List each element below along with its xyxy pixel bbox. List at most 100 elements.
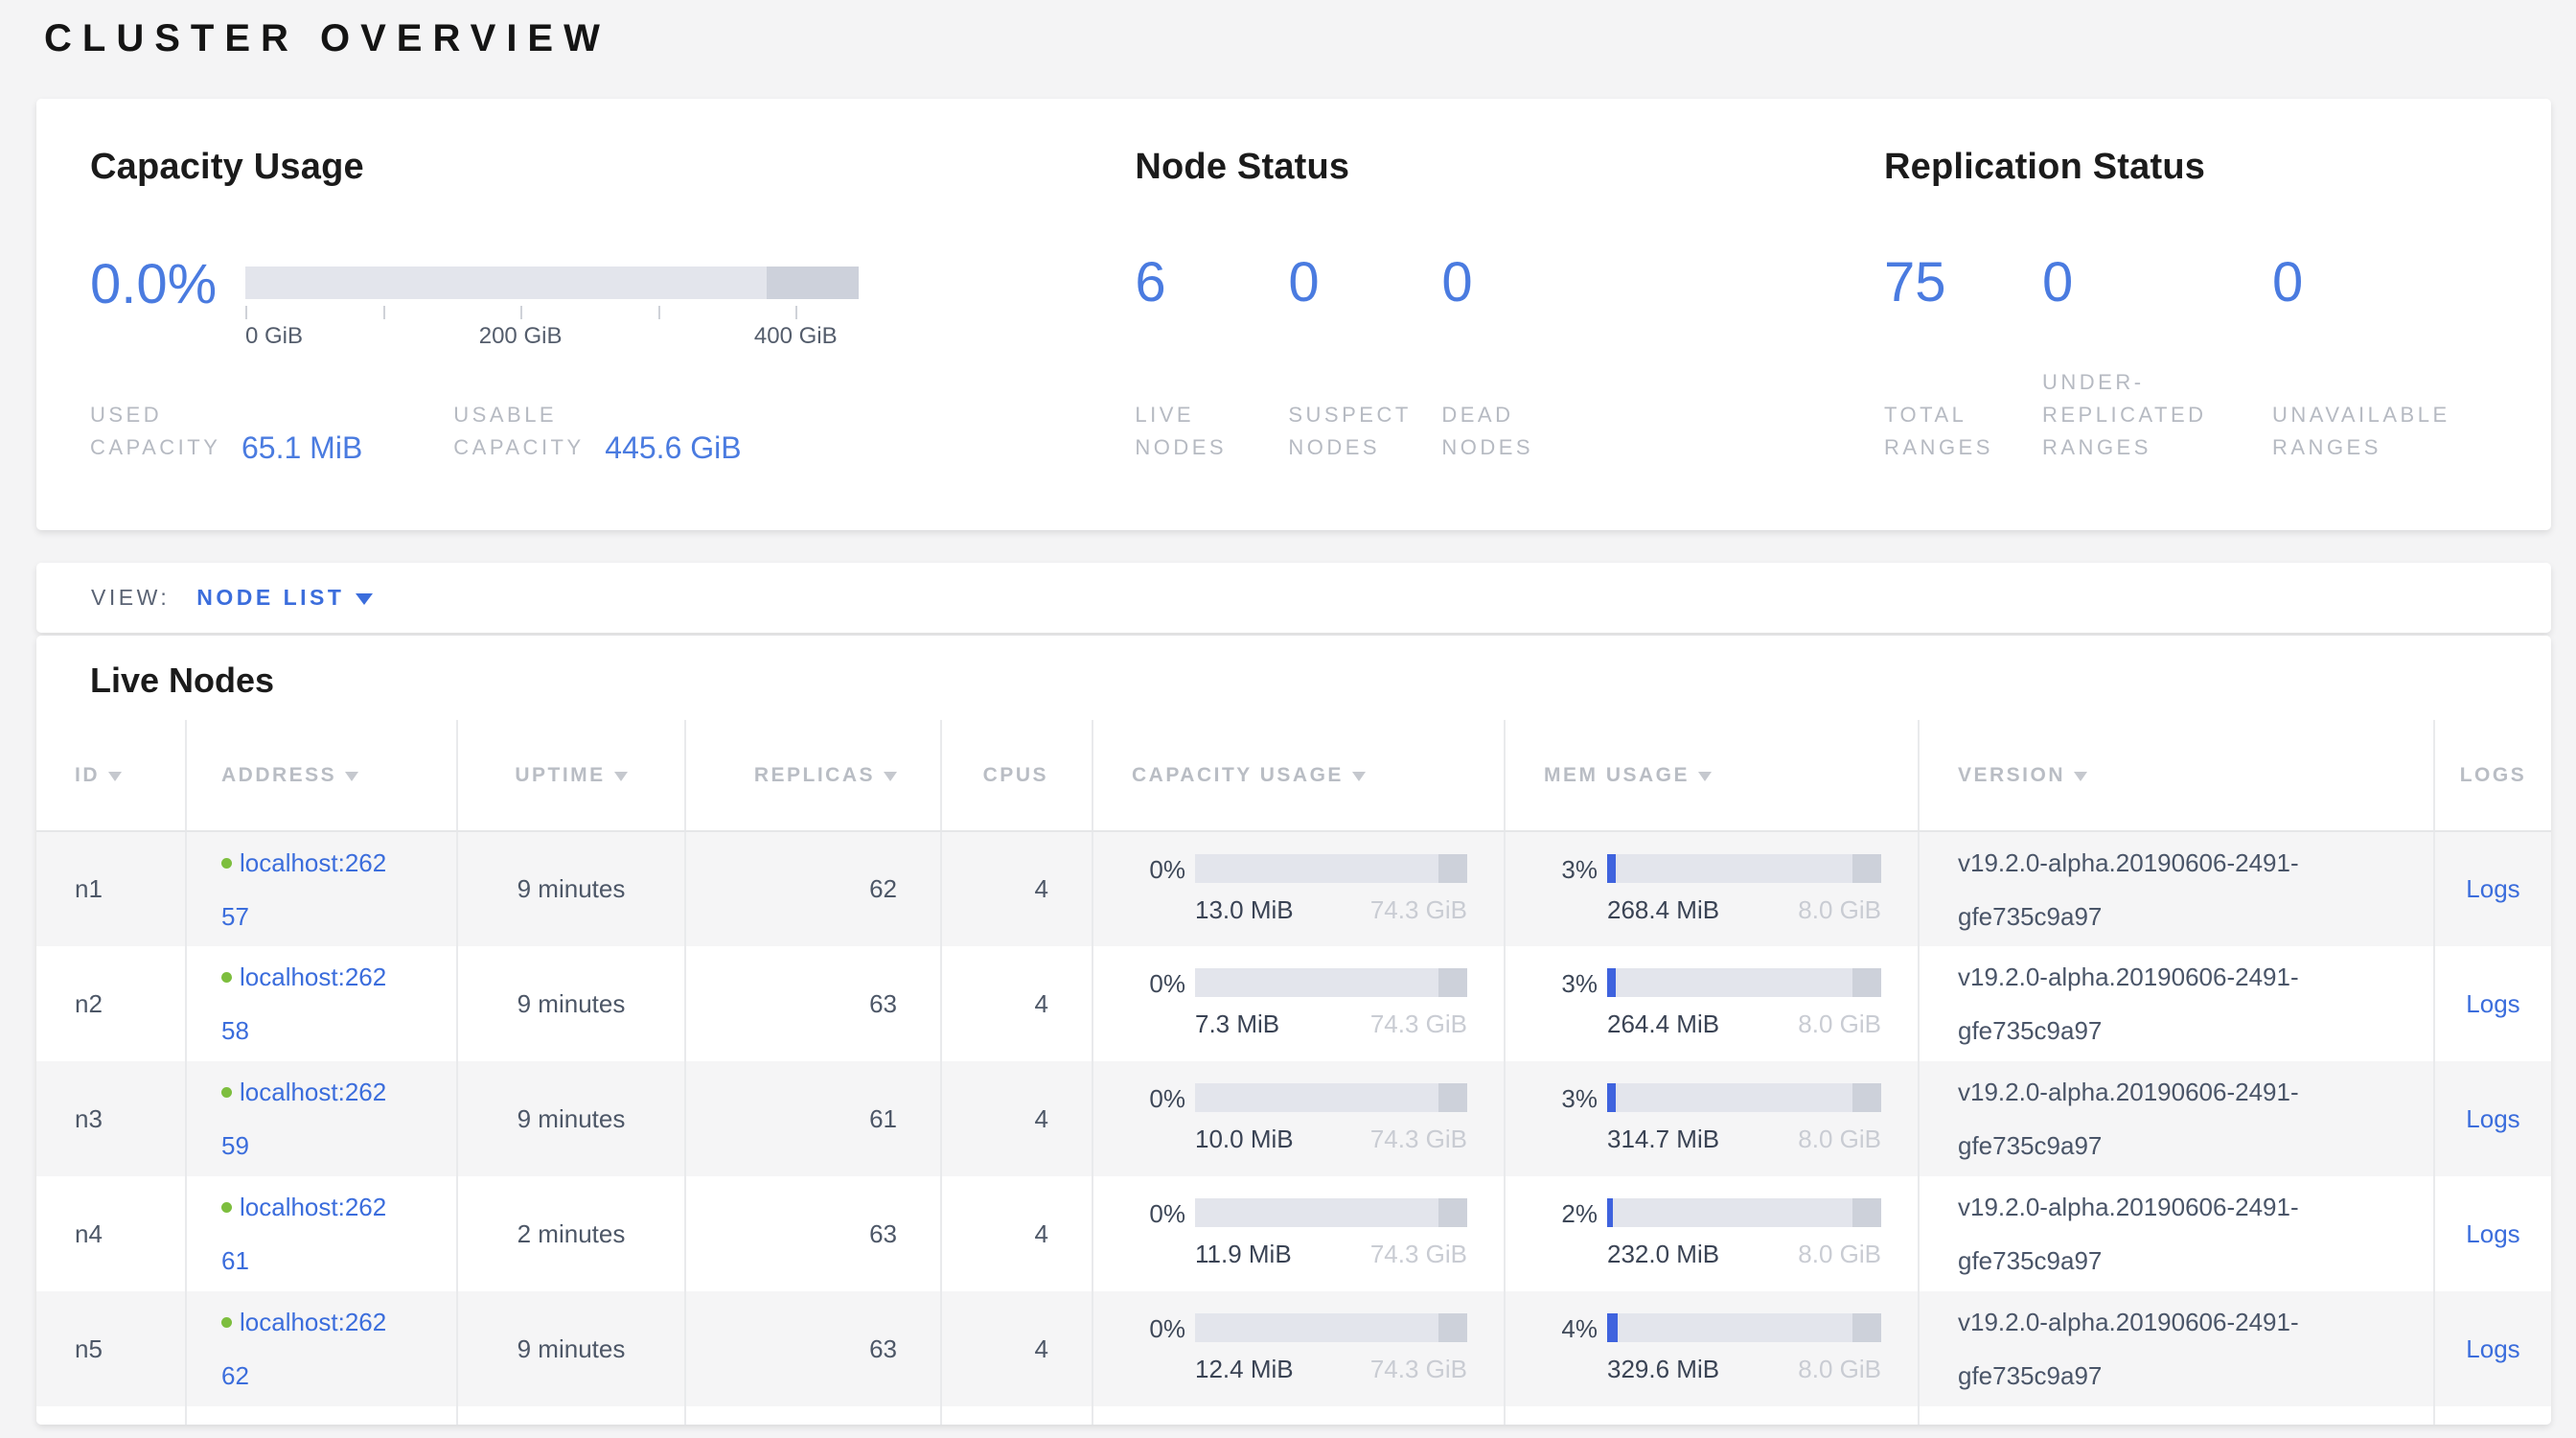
axis-tick-label: 400 GiB [754, 323, 838, 350]
column-label: MEM USAGE [1544, 764, 1690, 786]
logs-link[interactable]: Logs [2466, 1219, 2519, 1248]
capacity-bar-reserved-segment [1438, 968, 1467, 997]
under-replicated-ranges-value: 0 [2042, 253, 2272, 313]
live-nodes-title: Live Nodes [36, 636, 2551, 720]
replicas-cell: 61 [685, 1061, 941, 1176]
column-header-mem-usage[interactable]: MEM USAGE [1505, 720, 1919, 831]
uptime-cell: 9 minutes [457, 1061, 685, 1176]
column-label: CPUS [983, 764, 1048, 786]
capacity-percent: 0% [1132, 1083, 1185, 1114]
column-header-address[interactable]: ADDRESS [186, 720, 457, 831]
mem-total-value: 8.0 GiB [1798, 895, 1881, 925]
capacity-used-value: 13.0 MiB [1195, 895, 1294, 925]
column-header-id[interactable]: ID [36, 720, 186, 831]
version-cell: v19.2.0-alpha.20190606-2491-gfe735c9a97 [1919, 1061, 2434, 1176]
column-header-version[interactable]: VERSION [1919, 720, 2434, 831]
table-row: n4 localhost:26261 2 minutes 63 4 0% 11.… [36, 1176, 2551, 1291]
live-nodes-table: ID ADDRESSUPTIMEREPLICAS CPUS CAPACITY USAG… [36, 720, 2551, 1425]
logs-link[interactable]: Logs [2466, 989, 2519, 1018]
node-id-cell: n3 [36, 1061, 186, 1176]
capacity-axis: 0 GiB 200 GiB 400 GiB [245, 299, 859, 349]
node-address-link[interactable]: localhost:26262 [221, 1308, 386, 1390]
capacity-total-value: 74.3 GiB [1370, 1009, 1467, 1039]
capacity-bar [1195, 968, 1467, 997]
node-address-link[interactable]: localhost:26261 [221, 1193, 386, 1275]
node-address-cell: localhost:26257 [186, 831, 457, 946]
mem-bar-reserved-segment [1852, 1313, 1881, 1342]
axis-tick [795, 306, 797, 319]
mem-used-value: 268.4 MiB [1607, 895, 1719, 925]
capacity-bar [1195, 1198, 1467, 1227]
live-nodes-card: Live Nodes ID ADDRESSUPTIMEREPLICAS CPUS CA… [36, 636, 2551, 1425]
mem-total-value: 8.0 GiB [1798, 1240, 1881, 1269]
suspect-nodes-label: SUSPECT NODES [1288, 399, 1408, 464]
live-status-icon [221, 858, 232, 869]
table-row: n3 localhost:26259 9 minutes 61 4 0% 10.… [36, 1061, 2551, 1176]
live-status-icon [221, 972, 232, 983]
view-label: VIEW: [91, 585, 170, 611]
mem-used-value: 314.7 MiB [1607, 1125, 1719, 1154]
replicas-cell: 63 [685, 1291, 941, 1406]
node-address-cell: localhost:26258 [186, 946, 457, 1061]
column-header-uptime[interactable]: UPTIME [457, 720, 685, 831]
used-capacity-label: USED CAPACITY [90, 399, 222, 464]
axis-tick [245, 306, 247, 319]
mem-bar-fill [1607, 968, 1616, 997]
node-id-cell: n2 [36, 946, 186, 1061]
cpus-cell: 4 [941, 1291, 1092, 1406]
capacity-percent: 0% [1132, 1198, 1185, 1229]
node-address-cell: localhost:26261 [186, 1176, 457, 1291]
sort-arrow-icon [614, 772, 628, 781]
axis-tick [520, 306, 522, 319]
column-header-replicas[interactable]: REPLICAS [685, 720, 941, 831]
capacity-usage-cell: 0% 7.3 MiB 74.3 GiB [1092, 946, 1505, 1061]
replicas-cell: 63 [685, 946, 941, 1061]
node-address-link[interactable]: localhost:26257 [221, 848, 386, 931]
replication-status-section: Replication Status 75 TOTAL RANGES 0 UND… [1884, 147, 2497, 476]
usable-capacity-value: 445.6 GiB [605, 431, 741, 464]
table-row: n2 localhost:26258 9 minutes 63 4 0% 7.3… [36, 946, 2551, 1061]
version-cell: v19.2.0-alpha.20190606-2491-gfe735c9a97 [1919, 1291, 2434, 1406]
table-body: n1 localhost:26257 9 minutes 62 4 0% 13.… [36, 831, 2551, 1406]
table-row: n1 localhost:26257 9 minutes 62 4 0% 13.… [36, 831, 2551, 946]
mem-percent: 3% [1544, 854, 1598, 885]
logs-link[interactable]: Logs [2466, 1104, 2519, 1133]
sort-arrow-icon [1352, 772, 1366, 781]
capacity-bar-chart: 0 GiB 200 GiB 400 GiB [245, 267, 859, 349]
mem-total-value: 8.0 GiB [1798, 1125, 1881, 1154]
mem-usage-cell: 3% 268.4 MiB 8.0 GiB [1505, 831, 1919, 946]
mem-usage-cell: 2% 232.0 MiB 8.0 GiB [1505, 1176, 1919, 1291]
page-title: CLUSTER OVERVIEW [44, 17, 2576, 60]
node-address-link[interactable]: localhost:26259 [221, 1078, 386, 1160]
column-label: ID [75, 764, 100, 786]
node-address-cell: localhost:26262 [186, 1291, 457, 1406]
mem-bar-fill [1607, 1083, 1616, 1112]
mem-bar-fill [1607, 1313, 1618, 1342]
dead-nodes-label: DEAD NODES [1441, 399, 1561, 464]
mem-bar-fill [1607, 1198, 1613, 1227]
usable-capacity-label: USABLE CAPACITY [453, 399, 586, 464]
view-dropdown[interactable]: NODE LIST [196, 585, 373, 611]
live-status-icon [221, 1087, 232, 1098]
mem-used-value: 329.6 MiB [1607, 1355, 1719, 1384]
capacity-percent: 0% [1132, 1313, 1185, 1344]
capacity-usage-cell: 0% 10.0 MiB 74.3 GiB [1092, 1061, 1505, 1176]
live-nodes-value: 6 [1135, 253, 1288, 313]
column-header-capacity-usage[interactable]: CAPACITY USAGE [1092, 720, 1505, 831]
table-header-row: ID ADDRESSUPTIMEREPLICAS CPUS CAPACITY USAG… [36, 720, 2551, 831]
logs-link[interactable]: Logs [2466, 1334, 2519, 1363]
unavailable-ranges-value: 0 [2272, 253, 2497, 313]
mem-usage-cell: 3% 314.7 MiB 8.0 GiB [1505, 1061, 1919, 1176]
cpus-cell: 4 [941, 831, 1092, 946]
logs-cell: Logs [2434, 1061, 2551, 1176]
node-status-section: Node Status 6 LIVE NODES 0 SUSPECT NODES… [1135, 147, 1884, 476]
uptime-cell: 9 minutes [457, 1291, 685, 1406]
capacity-bar-reserved-segment [1438, 1198, 1467, 1227]
column-header-logs: LOGS [2434, 720, 2551, 831]
node-address-link[interactable]: localhost:26258 [221, 963, 386, 1045]
mem-usage-cell: 3% 264.4 MiB 8.0 GiB [1505, 946, 1919, 1061]
mem-total-value: 8.0 GiB [1798, 1355, 1881, 1384]
logs-link[interactable]: Logs [2466, 874, 2519, 903]
axis-tick [658, 306, 660, 319]
used-capacity-value: 65.1 MiB [242, 431, 362, 464]
